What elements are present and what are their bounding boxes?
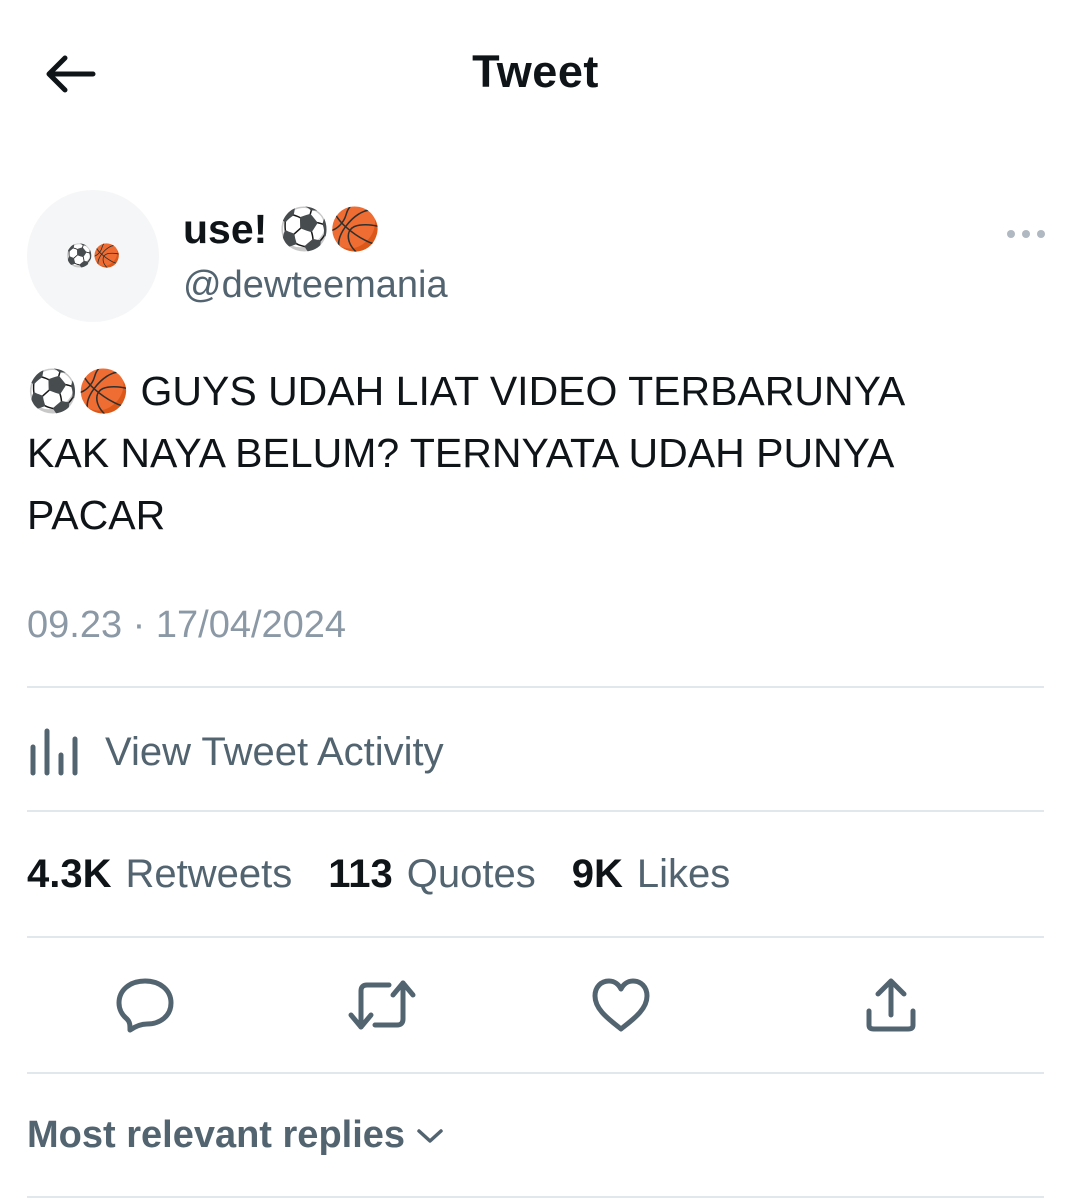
view-tweet-activity-button[interactable]: View Tweet Activity [27,722,444,782]
divider [27,686,1044,688]
view-tweet-activity-label: View Tweet Activity [105,729,444,774]
tweet-stats: 4.3K Retweets 113 Quotes 9K Likes [27,852,766,897]
avatar-emoji: ⚽🏀 [65,243,121,269]
divider [27,1072,1044,1074]
author-handle[interactable]: @dewteemania [183,264,448,307]
likes-stat[interactable]: 9K Likes [572,852,731,897]
retweets-count: 4.3K [27,852,112,896]
more-options-button[interactable] [1004,222,1048,246]
author-display-name[interactable]: use! ⚽🏀 [183,206,381,254]
reply-button[interactable] [105,970,185,1040]
divider [27,1196,1044,1198]
reply-icon [116,978,174,1033]
likes-label: Likes [636,852,731,896]
more-icon [1007,230,1045,238]
retweets-stat[interactable]: 4.3K Retweets [27,852,292,897]
divider [27,936,1044,938]
page-title: Tweet [472,46,599,97]
chevron-down-icon [415,1126,445,1146]
quotes-count: 113 [328,852,393,896]
quotes-stat[interactable]: 113 Quotes [328,852,536,897]
retweets-label: Retweets [125,852,293,896]
tweet-timestamp[interactable]: 09.23 · 17/04/2024 [27,604,346,647]
heart-icon [592,978,650,1032]
replies-sort-dropdown[interactable]: Most relevant replies [27,1114,445,1157]
avatar[interactable]: ⚽🏀 [27,190,159,322]
retweet-icon [348,980,416,1030]
divider [27,810,1044,812]
share-button[interactable] [851,970,931,1040]
retweet-button[interactable] [342,970,422,1040]
like-button[interactable] [581,970,661,1040]
quotes-label: Quotes [406,852,536,896]
tweet-text: ⚽🏀 GUYS UDAH LIAT VIDEO TERBARUNYA KAK N… [27,368,906,538]
analytics-icon [30,728,78,776]
likes-count: 9K [571,852,623,896]
replies-sort-label: Most relevant replies [27,1114,406,1156]
share-icon [866,978,916,1032]
